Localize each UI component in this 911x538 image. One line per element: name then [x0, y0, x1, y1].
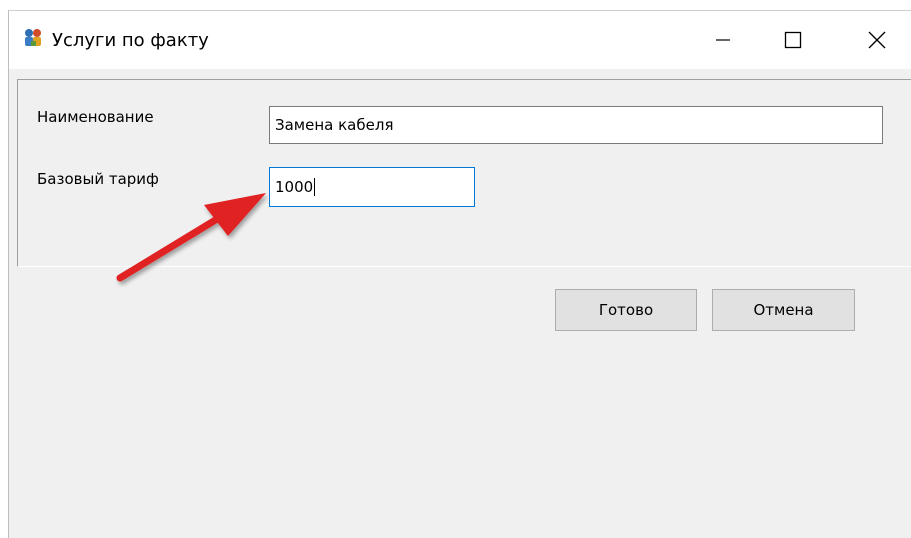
annotation-arrow-icon	[116, 193, 266, 282]
